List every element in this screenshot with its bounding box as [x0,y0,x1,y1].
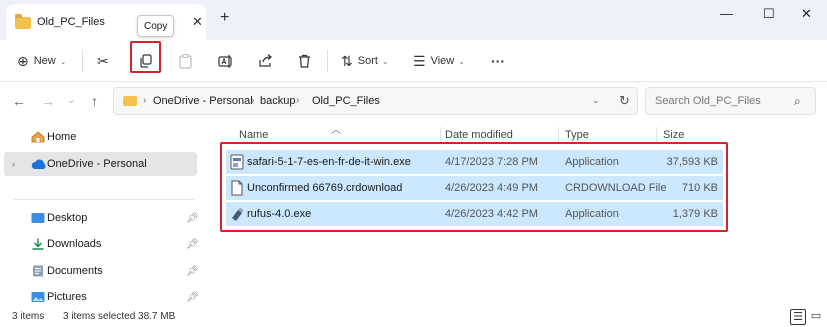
toolbar-divider [327,50,328,72]
paste-button[interactable] [179,40,192,82]
view-button-label: View [430,55,455,67]
download-icon [32,238,44,250]
command-bar: ⊕ New ⌄ ✂ ⇅ Sort ⌄ ☰ View ⌄ ··· [0,40,827,82]
desktop-icon [31,213,45,223]
pin-icon[interactable]: 📌︎ [186,266,199,277]
search-icon: ⌕ [794,94,801,108]
chevron-right-icon[interactable]: › [12,159,15,169]
refresh-icon[interactable]: ↻ [619,93,630,109]
breadcrumb-old-pc-files[interactable]: Old_PC_Files [312,95,380,107]
search-placeholder: Search Old_PC_Files [655,95,761,107]
tab-old-pc-files[interactable]: Old_PC_Files ✕ [6,4,206,40]
paste-icon [179,53,192,69]
share-icon [259,54,272,67]
search-box[interactable]: Search Old_PC_Files ⌕ [645,87,816,115]
sidebar-item-pictures[interactable]: Pictures 📌︎ [4,285,199,309]
selection-info: 3 items selected 38.7 MB [63,311,176,322]
trash-icon [299,54,310,68]
item-count: 3 items [12,311,45,322]
column-header-type[interactable]: Type [565,129,589,141]
recent-locations-icon[interactable]: ⌄ [67,95,75,106]
rename-button[interactable] [218,40,233,82]
sidebar-item-label: Pictures [47,291,87,303]
scissors-icon: ✂ [97,52,109,69]
folder-icon [15,14,31,29]
sort-ascending-icon: ︿ [331,125,341,136]
tiles-view-icon[interactable]: ▭ [808,309,824,325]
pin-icon[interactable]: 📌︎ [186,292,199,303]
chevron-down-icon: ⌄ [59,56,67,66]
pictures-icon [31,292,45,302]
view-button[interactable]: ☰ View ⌄ [413,40,465,82]
sidebar-item-desktop[interactable]: Desktop 📌︎ [4,206,199,230]
title-bar: Old_PC_Files ✕ + — ☐ ✕ [0,0,827,40]
pin-icon[interactable]: 📌︎ [186,239,199,250]
tab-close-icon[interactable]: ✕ [192,14,203,30]
new-tab-icon[interactable]: + [220,9,229,27]
copy-tooltip: Copy [137,15,174,37]
new-button-label: New [33,55,56,67]
home-icon [31,131,45,143]
sidebar-item-downloads[interactable]: Downloads 📌︎ [4,232,199,256]
chevron-down-icon[interactable]: ⌄ [592,95,600,106]
chevron-right-icon: › [296,95,300,106]
view-list-icon: ☰ [413,52,426,69]
copy-highlight-box [130,41,161,73]
more-options-button[interactable]: ··· [491,40,505,82]
sidebar-item-label: Documents [47,265,103,277]
navigation-pane: Home › OneDrive - Personal Desktop 📌︎ Do… [0,121,205,307]
chevron-right-icon: › [251,95,255,106]
sidebar-item-label: Desktop [47,212,88,224]
breadcrumb-onedrive[interactable]: OneDrive - Personal [153,95,253,107]
sidebar-item-label: Downloads [47,238,102,250]
toolbar-divider [82,50,83,72]
new-button[interactable]: ⊕ New ⌄ [17,40,66,82]
status-bar: 3 items 3 items selected 38.7 MB ☰ ▭ [0,307,827,327]
sidebar-item-label: OneDrive - Personal [47,158,147,170]
sidebar-divider [14,199,194,200]
address-bar[interactable]: › OneDrive - Personal › backup › Old_PC_… [113,87,638,115]
sort-button-label: Sort [357,55,378,67]
files-highlight-box [220,142,728,232]
sidebar-item-documents[interactable]: Documents 📌︎ [4,259,199,283]
sidebar-item-onedrive[interactable]: › OneDrive - Personal [4,152,197,176]
document-icon [33,265,43,277]
folder-icon [123,96,137,106]
chevron-down-icon: ⌄ [458,56,465,66]
breadcrumb-backup[interactable]: backup [260,95,295,107]
sidebar-item-home[interactable]: Home [4,125,197,149]
delete-button[interactable] [298,40,311,82]
column-header-size[interactable]: Size [663,129,684,141]
cut-button[interactable]: ✂ [97,40,109,82]
share-button[interactable] [258,40,273,82]
chevron-down-icon: ⌄ [381,56,389,66]
plus-circle-icon: ⊕ [17,52,29,69]
up-arrow-icon[interactable]: ↑ [91,93,98,109]
column-header-name[interactable]: Name [239,129,268,141]
details-view-icon[interactable]: ☰ [790,309,806,325]
sort-icon: ⇅ [341,52,353,69]
close-icon[interactable]: ✕ [801,6,812,22]
sidebar-item-label: Home [47,131,77,143]
rename-icon [218,54,232,68]
minimize-icon[interactable]: — [720,6,733,21]
back-arrow-icon[interactable]: ← [12,93,26,109]
chevron-right-icon: › [143,95,147,106]
forward-arrow-icon[interactable]: → [41,93,55,109]
maximize-icon[interactable]: ☐ [763,6,775,22]
sort-button[interactable]: ⇅ Sort ⌄ [341,40,389,82]
tab-title: Old_PC_Files [37,16,105,28]
cloud-icon [31,159,46,169]
pin-icon[interactable]: 📌︎ [186,213,199,224]
column-header-date[interactable]: Date modified [445,129,513,141]
